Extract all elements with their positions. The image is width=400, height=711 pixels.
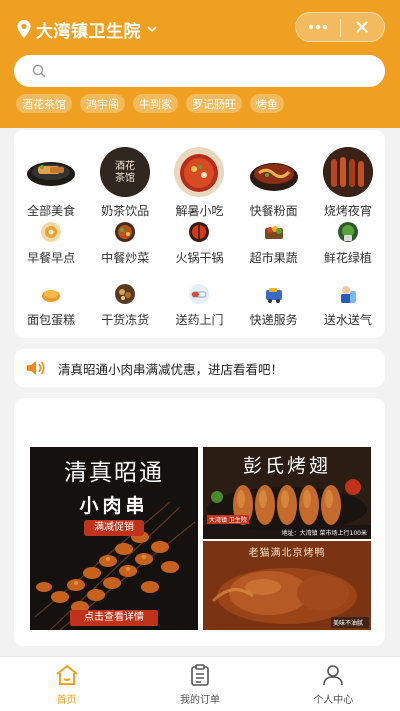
supermarket-icon: [262, 220, 286, 244]
home-icon: [56, 665, 78, 685]
promo-left-cta[interactable]: 点击查看详情: [70, 610, 158, 626]
category-flowers[interactable]: 鲜花绿植: [311, 220, 385, 266]
promo-tr-tag: 大湾镇 卫生院: [207, 515, 249, 524]
more-dots-icon: [308, 24, 327, 30]
speaker-icon: [27, 361, 45, 375]
search-bar[interactable]: [14, 55, 385, 87]
stir-fry-icon: [113, 220, 137, 244]
tab-label: 我的订单: [179, 695, 220, 706]
category-supermarket[interactable]: 超市果蔬: [237, 220, 311, 266]
category-label: 火锅干锅: [175, 251, 224, 265]
category-chinese-dishes[interactable]: 中餐炒菜: [88, 220, 162, 266]
more-button[interactable]: [296, 13, 340, 41]
promo-zhaotong-skewers[interactable]: 清真昭通 小肉串 满减促销 点击查看详情: [30, 447, 198, 630]
tab-orders[interactable]: 我的订单: [133, 657, 266, 711]
bbq-skewer-icon: [322, 147, 373, 197]
svg-text:酒花: 酒花: [115, 159, 135, 172]
water-gas-icon: [336, 282, 360, 306]
close-icon: [356, 21, 368, 33]
category-label: 中餐炒菜: [101, 251, 150, 265]
promo-tr-title: 彭氏烤翅: [242, 455, 331, 477]
category-label: 快餐粉面: [249, 204, 298, 218]
tab-label: 个人中心: [313, 695, 354, 706]
category-grid: 全部美食 酒花 茶馆 奶茶饮品 解暑小吃 快餐粉面 烧烤夜宵 早餐早点 中餐炒菜…: [14, 130, 385, 338]
promo-tr-address: 地址：大湾镇 菜市场上行100米: [281, 530, 367, 537]
promo-banner-card: 清真昭通 小肉串 满减促销 点击查看详情 彭氏烤翅 大湾镇 卫生院 地址：大湾镇…: [14, 398, 385, 646]
promo-left-badge: 满减促销: [84, 520, 144, 536]
notice-text: 清真昭通小肉串满减优惠，进店看看吧！: [58, 361, 284, 377]
category-water-gas[interactable]: 送水送气: [311, 282, 385, 328]
tab-label: 首页: [56, 695, 77, 706]
svg-text:茶馆: 茶馆: [115, 171, 135, 184]
hot-tag[interactable]: 酒花茶馆: [16, 94, 72, 113]
tab-home[interactable]: 首页: [0, 657, 133, 711]
category-row-3: 面包蛋糕 干货冻货 送药上门 快递服务 送水送气: [14, 282, 385, 328]
category-label: 早餐早点: [27, 251, 76, 265]
delivery-icon: [262, 282, 286, 306]
hot-tag[interactable]: 烤鱼: [250, 94, 284, 113]
hot-search-tags: 酒花茶馆 鸿宇阁 牛到家 罗记肠旺 烤鱼: [16, 94, 284, 113]
search-icon: [32, 64, 46, 78]
category-label: 快递服务: [249, 313, 298, 327]
hot-tag[interactable]: 牛到家: [133, 94, 178, 113]
location-selector[interactable]: 大湾镇卫生院: [16, 16, 159, 42]
milk-tea-icon: 酒花 茶馆: [100, 147, 151, 197]
category-row-2: 早餐早点 中餐炒菜 火锅干锅 超市果蔬 鲜花绿植: [14, 220, 385, 266]
close-button[interactable]: [341, 13, 385, 41]
location-pin-icon: [17, 20, 31, 38]
category-breakfast[interactable]: 早餐早点: [14, 220, 88, 266]
category-all-food[interactable]: 全部美食: [14, 147, 88, 219]
notice-bar[interactable]: 清真昭通小肉串满减优惠，进店看看吧！: [14, 349, 385, 387]
category-fast-noodles[interactable]: 快餐粉面: [237, 147, 311, 219]
plant-icon: [336, 220, 360, 244]
promo-left-title-2: 小肉串: [79, 495, 149, 517]
orders-icon: [191, 664, 209, 686]
category-label: 全部美食: [27, 204, 76, 218]
category-label: 解暑小吃: [175, 204, 224, 218]
hot-tag[interactable]: 罗记肠旺: [186, 94, 242, 113]
food-plate-icon: [26, 147, 77, 197]
bottom-tab-bar: 首页 我的订单 个人中心: [0, 656, 400, 711]
category-snacks[interactable]: 解暑小吃: [162, 147, 236, 219]
promo-roast-duck[interactable]: 老猫满北京烤鸭 美味不油腻: [203, 541, 371, 630]
category-dry-frozen[interactable]: 干货冻货: [88, 282, 162, 328]
category-row-featured: 全部美食 酒花 茶馆 奶茶饮品 解暑小吃 快餐粉面 烧烤夜宵: [14, 147, 385, 219]
miniprogram-capsule: [295, 12, 385, 42]
category-express[interactable]: 快递服务: [237, 282, 311, 328]
promo-left-title-1: 清真昭通: [64, 460, 164, 486]
medicine-icon: [187, 282, 211, 306]
category-label: 送水送气: [323, 313, 372, 327]
category-bread-cake[interactable]: 面包蛋糕: [14, 282, 88, 328]
chevron-down-icon: [147, 26, 157, 33]
category-label: 鲜花绿植: [323, 251, 372, 265]
hotpot-icon: [187, 220, 211, 244]
profile-icon: [323, 665, 344, 686]
search-input[interactable]: [54, 63, 354, 79]
category-bbq[interactable]: 烧烤夜宵: [311, 147, 385, 219]
category-label: 超市果蔬: [249, 251, 298, 265]
category-label: 烧烤夜宵: [323, 204, 372, 218]
category-label: 面包蛋糕: [27, 313, 76, 327]
breakfast-icon: [39, 220, 63, 244]
location-name: 大湾镇卫生院: [36, 21, 141, 42]
promo-br-title: 老猫满北京烤鸭: [248, 548, 326, 559]
tab-profile[interactable]: 个人中心: [267, 657, 400, 711]
category-label: 干货冻货: [101, 313, 150, 327]
top-bar: 大湾镇卫生院: [0, 12, 400, 44]
snack-bowl-icon: [174, 147, 225, 197]
category-milk-tea[interactable]: 酒花 茶馆 奶茶饮品: [88, 147, 162, 219]
category-label: 送药上门: [175, 313, 224, 327]
category-label: 奶茶饮品: [101, 204, 150, 218]
promo-br-tag: 美味不油腻: [333, 620, 364, 627]
promo-peng-wings[interactable]: 彭氏烤翅 大湾镇 卫生院 地址：大湾镇 菜市场上行100米: [203, 447, 371, 539]
dry-goods-icon: [113, 282, 137, 306]
category-hotpot[interactable]: 火锅干锅: [162, 220, 236, 266]
hot-tag[interactable]: 鸿宇阁: [80, 94, 125, 113]
noodles-icon: [248, 147, 299, 197]
category-medicine[interactable]: 送药上门: [162, 282, 236, 328]
bread-icon: [39, 282, 63, 306]
